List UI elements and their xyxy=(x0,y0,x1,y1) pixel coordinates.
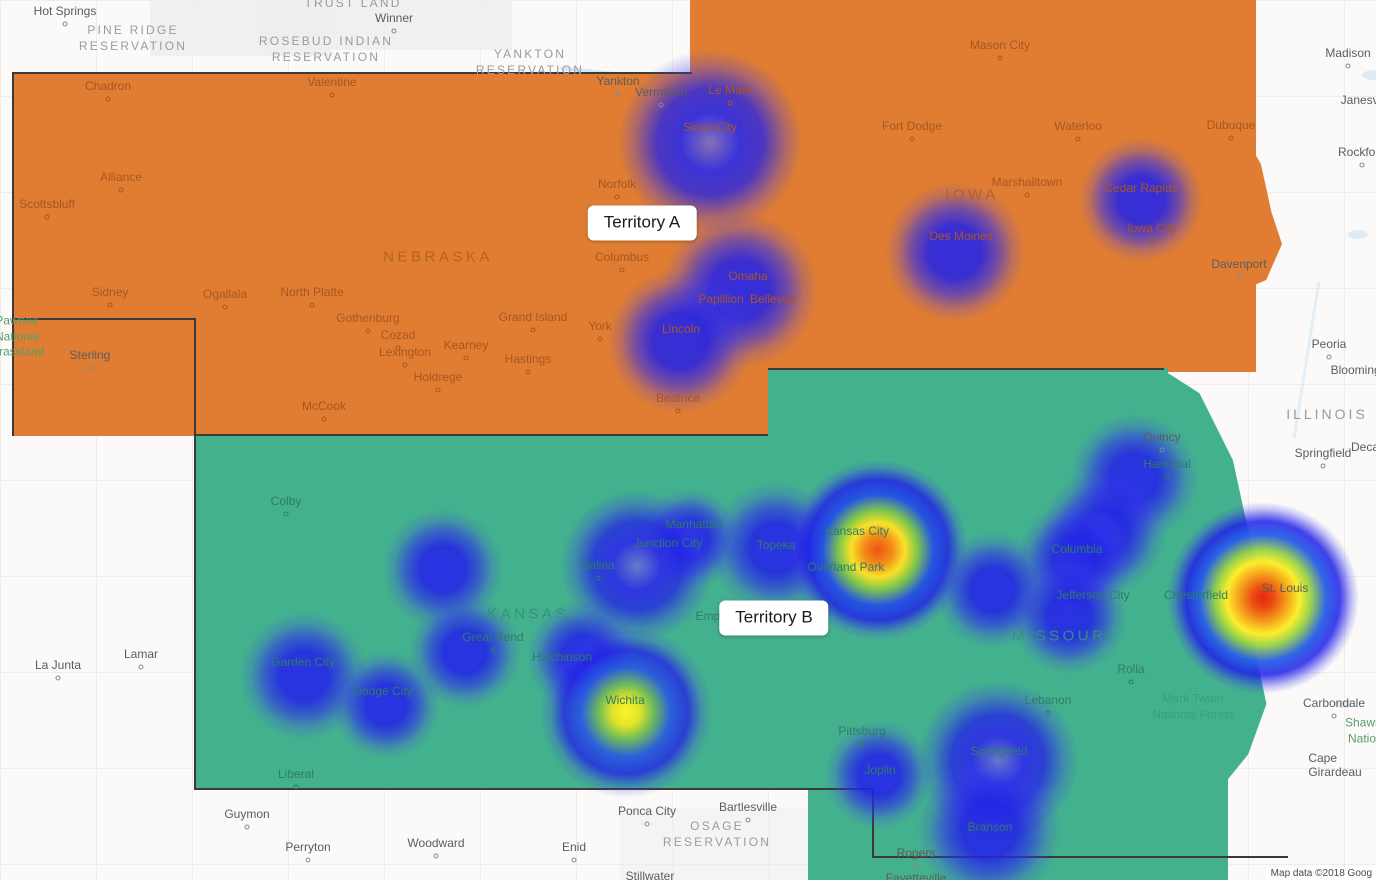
city-marker-dot xyxy=(619,267,625,273)
city-marker-dot xyxy=(433,853,439,859)
city-marker-dot xyxy=(1128,679,1134,685)
city-marker-dot xyxy=(1149,238,1155,244)
territory-a-border-north xyxy=(12,72,692,74)
heatmap-point xyxy=(885,182,1025,322)
city-marker-dot xyxy=(615,91,621,97)
heatmap-point xyxy=(332,651,440,759)
territory-a-border-west xyxy=(12,72,14,436)
city-marker-dot xyxy=(293,784,299,790)
territory-a-border-step xyxy=(12,318,196,320)
city-marker-dot xyxy=(222,304,228,310)
city-marker-dot xyxy=(1326,354,1332,360)
city-marker-dot xyxy=(55,675,61,681)
city-marker-dot xyxy=(244,824,250,830)
heatmap-point xyxy=(1011,558,1127,674)
city-marker-dot xyxy=(1331,713,1337,719)
city-marker-dot xyxy=(329,92,335,98)
city-marker-dot xyxy=(727,100,733,106)
city-marker-dot xyxy=(675,408,681,414)
city-marker-dot xyxy=(305,857,311,863)
reservation-shade-osage xyxy=(620,808,820,880)
map-attribution: Map data ©2018 Goog xyxy=(1265,867,1376,880)
city-marker-dot xyxy=(138,664,144,670)
city-marker-dot xyxy=(1236,274,1242,280)
city-marker-dot xyxy=(1164,474,1170,480)
lake-generic-2 xyxy=(1348,230,1368,239)
heatmap-point xyxy=(608,269,752,413)
city-marker-dot xyxy=(321,416,327,422)
city-marker-dot xyxy=(1320,463,1326,469)
city-marker-dot xyxy=(62,21,68,27)
city-marker-dot xyxy=(44,214,50,220)
city-marker-dot xyxy=(490,647,496,653)
city-marker-dot xyxy=(909,136,915,142)
map-canvas[interactable]: Hot Springs Winner Chadron Valentine Yankton… xyxy=(0,0,1376,880)
city-marker-dot xyxy=(402,362,408,368)
city-marker-dot xyxy=(644,821,650,827)
city-marker-dot xyxy=(1159,447,1165,453)
city-marker-dot xyxy=(1045,710,1051,716)
city-marker-dot xyxy=(365,328,371,334)
city-marker-dot xyxy=(435,387,441,393)
city-marker-dot xyxy=(107,302,113,308)
city-marker-dot xyxy=(1075,136,1081,142)
city-marker-dot xyxy=(997,55,1003,61)
city-marker-dot xyxy=(395,345,401,351)
city-marker-dot xyxy=(530,327,536,333)
heatmap-point xyxy=(1167,502,1359,694)
city-marker-dot xyxy=(87,365,93,371)
territory-a-border-left-lower xyxy=(194,318,196,436)
lake-generic-4 xyxy=(1334,700,1352,708)
heatmap-point xyxy=(540,626,712,798)
heatmap-point xyxy=(825,721,933,829)
city-marker-dot xyxy=(1228,135,1234,141)
city-marker-dot xyxy=(745,817,751,823)
city-marker-dot xyxy=(391,28,397,34)
heatmap-point xyxy=(1079,138,1203,262)
city-marker-dot xyxy=(525,369,531,375)
territory-callout-a[interactable]: Territory A xyxy=(587,205,697,241)
city-marker-dot xyxy=(463,355,469,361)
city-marker-dot xyxy=(658,102,664,108)
territory-b-border-west xyxy=(194,436,196,790)
territory-callout-b[interactable]: Territory B xyxy=(719,600,829,636)
city-marker-dot xyxy=(105,96,111,102)
reservation-shade-rosebud xyxy=(262,0,512,50)
city-marker-dot xyxy=(859,741,865,747)
city-marker-dot xyxy=(1024,192,1030,198)
city-marker-dot xyxy=(595,575,601,581)
city-marker-dot xyxy=(614,194,620,200)
city-marker-dot xyxy=(571,857,577,863)
city-marker-dot xyxy=(309,302,315,308)
city-marker-dot xyxy=(913,863,919,869)
territory-b-border-north-missouri xyxy=(768,368,1164,370)
city-marker-dot xyxy=(1359,162,1365,168)
city-marker-dot xyxy=(597,336,603,342)
city-marker-dot xyxy=(118,187,124,193)
city-marker-dot xyxy=(1345,63,1351,69)
city-marker-dot xyxy=(283,511,289,517)
